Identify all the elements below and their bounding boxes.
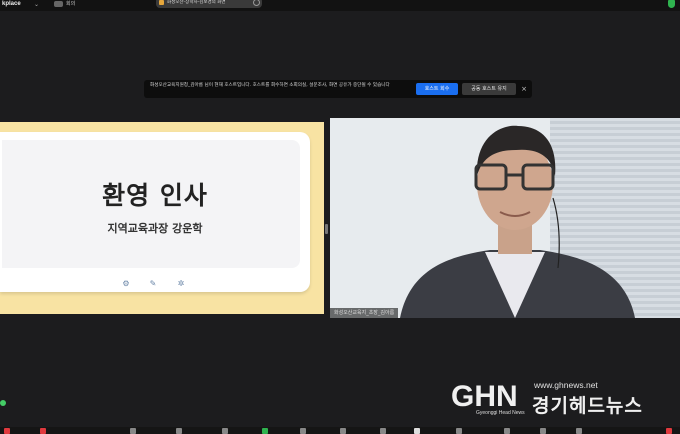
apps-icon[interactable] (340, 428, 346, 434)
video-icon[interactable] (54, 1, 63, 7)
keep-cohost-button[interactable]: 공동 호스트 유지 (462, 83, 516, 95)
slide-subtitle: 지역교육과장 강운학 (107, 222, 203, 235)
banner-message: 화성오산교육지원청_김아름 님이 현재 호스트입니다. 호스트를 회수하면 소회… (150, 83, 390, 88)
meeting-toolbar (0, 427, 680, 434)
share-screen-icon[interactable] (262, 428, 268, 434)
watermark-name: 경기헤드뉴스 (532, 395, 643, 417)
participant-video-tile[interactable]: 화성오산교육지_초장_김아름 (330, 118, 680, 318)
reactions-icon[interactable] (222, 428, 228, 434)
app-name: kplace (2, 1, 21, 7)
record-icon[interactable] (300, 428, 306, 434)
gear-icon[interactable]: ✲ (177, 280, 185, 288)
view-options-icon[interactable] (253, 0, 260, 6)
whiteboard-icon[interactable] (380, 428, 386, 434)
notes-icon[interactable] (414, 428, 420, 434)
shield-icon[interactable] (668, 0, 675, 8)
info-icon[interactable] (540, 428, 546, 434)
split-resize-handle[interactable] (325, 224, 328, 234)
more-icon[interactable] (576, 428, 582, 434)
shared-screen-tile[interactable]: 환영 인사 지역교육과장 강운학 ⚙ ✎ ✲ (0, 122, 324, 314)
participants-icon[interactable] (130, 428, 136, 434)
breakout-icon[interactable] (504, 428, 510, 434)
chat-icon[interactable] (176, 428, 182, 434)
status-indicator (0, 400, 6, 406)
ghn-logo: GHN Gyeonggi Head News (451, 380, 525, 416)
pen-icon[interactable]: ✎ (149, 280, 157, 288)
logo-text: GHN (451, 380, 518, 413)
meeting-label[interactable]: 회의 (66, 0, 75, 9)
microphone-icon[interactable] (4, 428, 10, 434)
camera-icon[interactable] (40, 428, 46, 434)
window-title: 화성오산-장학사-김보경의 화면 (167, 0, 226, 5)
logo-subtext: Gyeonggi Head News (476, 410, 525, 416)
chevron-down-icon[interactable]: ⌄ (34, 0, 39, 9)
captions-icon[interactable] (456, 428, 462, 434)
slide: 환영 인사 지역교육과장 강운학 ⚙ ✎ ✲ (0, 132, 310, 292)
participant-video (400, 125, 635, 318)
participant-name: 화성오산교육지_초장_김아름 (330, 308, 399, 318)
slide-title: 환영 인사 (102, 181, 208, 210)
host-notice-banner: 화성오산교육지원청_김아름 님이 현재 호스트입니다. 호스트를 회수하면 소회… (144, 80, 532, 98)
top-bar: kplace ⌄ 회의 화성오산-장학사-김보경의 화면 (0, 0, 680, 11)
watermark-url: www.ghnews.net (534, 380, 598, 390)
end-call-icon[interactable] (666, 428, 672, 434)
close-icon[interactable]: × (519, 83, 529, 95)
settings-icon[interactable]: ⚙ (122, 280, 130, 288)
share-status-icon (159, 0, 164, 5)
window-title-pill[interactable]: 화성오산-장학사-김보경의 화면 (156, 0, 262, 8)
reclaim-host-button[interactable]: 호스트 회수 (416, 83, 458, 95)
